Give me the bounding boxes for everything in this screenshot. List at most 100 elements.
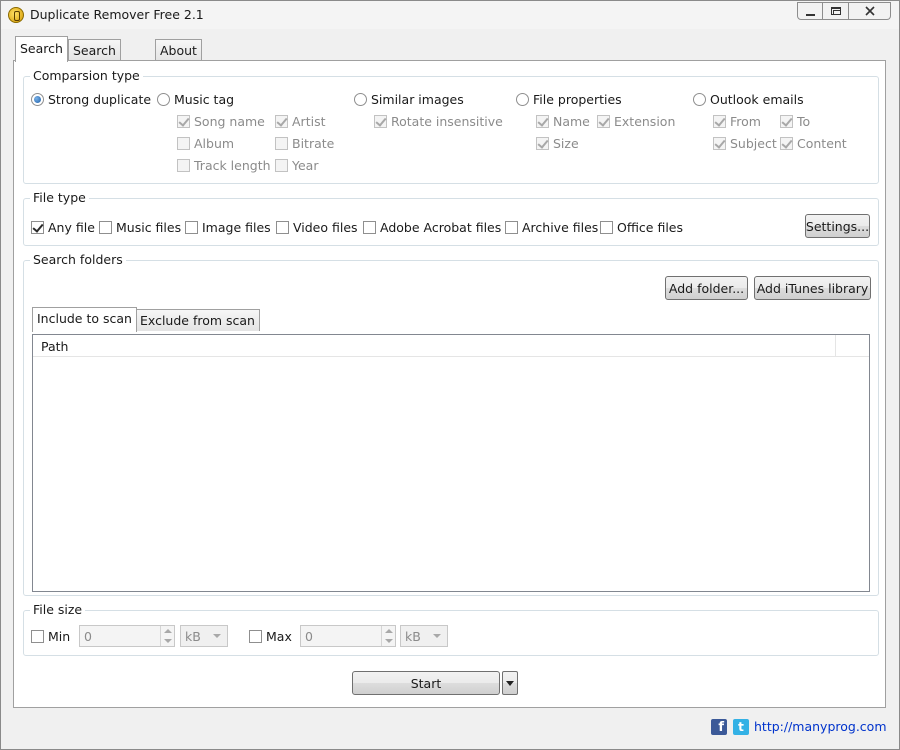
track-length-checkbox[interactable] (177, 158, 190, 172)
min-size-unit-select[interactable]: kB (180, 625, 228, 647)
prop-size-checkbox[interactable] (536, 136, 549, 150)
music-files-checkbox[interactable] (99, 220, 112, 234)
image-files-label: Image files (202, 219, 271, 235)
song-name-option[interactable]: Song name (177, 113, 265, 129)
rotate-insensitive-checkbox[interactable] (374, 114, 387, 128)
image-files-option[interactable]: Image files (185, 219, 271, 235)
music-files-option[interactable]: Music files (99, 219, 181, 235)
start-options-dropdown-button[interactable] (502, 671, 518, 695)
prop-extension-option[interactable]: Extension (597, 113, 675, 129)
min-size-checkbox[interactable] (31, 629, 44, 643)
maximize-button[interactable] (823, 2, 849, 20)
tab-search[interactable]: Search (15, 36, 68, 62)
footer-bar: f t http://manyprog.com (1, 713, 899, 749)
file-properties-radio[interactable] (516, 92, 529, 106)
file-size-legend: File size (30, 602, 86, 618)
tab-exclude-from-scan[interactable]: Exclude from scan (135, 309, 260, 331)
twitter-icon[interactable]: t (733, 719, 749, 735)
strong-duplicate-label: Strong duplicate (48, 91, 152, 107)
email-from-label: From (730, 113, 761, 129)
column-divider (835, 335, 836, 357)
minimize-button[interactable] (797, 2, 823, 20)
settings-button[interactable]: Settings... (805, 214, 870, 238)
strong-duplicate-option[interactable]: Strong duplicate (31, 91, 151, 107)
archive-files-label: Archive files (522, 219, 599, 235)
email-subject-checkbox[interactable] (713, 136, 726, 150)
image-files-checkbox[interactable] (185, 220, 198, 234)
similar-images-option[interactable]: Similar images (354, 91, 464, 107)
adobe-acrobat-files-checkbox[interactable] (363, 220, 376, 234)
folder-tabs: Include to scan Exclude from scan (32, 307, 872, 335)
min-size-spinner[interactable]: 0 (79, 625, 175, 647)
prop-name-option[interactable]: Name (536, 113, 590, 129)
min-size-option[interactable]: Min (31, 628, 70, 644)
prop-name-checkbox[interactable] (536, 114, 549, 128)
email-content-label: Content (797, 135, 847, 151)
video-files-checkbox[interactable] (276, 220, 289, 234)
office-files-label: Office files (617, 219, 684, 235)
outlook-emails-option[interactable]: Outlook emails (693, 91, 804, 107)
file-size-group: File size Min 0 kB Max 0 kB (23, 602, 879, 656)
max-size-option[interactable]: Max (249, 628, 292, 644)
year-option[interactable]: Year (275, 157, 318, 173)
strong-duplicate-radio[interactable] (31, 92, 44, 106)
email-content-checkbox[interactable] (780, 136, 793, 150)
album-option[interactable]: Album (177, 135, 234, 151)
bitrate-option[interactable]: Bitrate (275, 135, 334, 151)
bitrate-checkbox[interactable] (275, 136, 288, 150)
outlook-emails-radio[interactable] (693, 92, 706, 106)
similar-images-radio[interactable] (354, 92, 367, 106)
tab-search-result[interactable]: Search result (68, 39, 121, 73)
artist-option[interactable]: Artist (275, 113, 325, 129)
music-files-label: Music files (116, 219, 182, 235)
include-folders-list[interactable]: Path (32, 334, 870, 592)
album-checkbox[interactable] (177, 136, 190, 150)
track-length-option[interactable]: Track length (177, 157, 271, 173)
max-size-checkbox[interactable] (249, 629, 262, 643)
start-button[interactable]: Start (352, 671, 500, 695)
email-from-checkbox[interactable] (713, 114, 726, 128)
song-name-checkbox[interactable] (177, 114, 190, 128)
tab-include-to-scan[interactable]: Include to scan (32, 307, 137, 332)
path-column-header[interactable]: Path (41, 339, 68, 354)
office-files-option[interactable]: Office files (600, 219, 683, 235)
archive-files-checkbox[interactable] (505, 220, 518, 234)
min-size-unit: kB (185, 629, 201, 644)
close-button[interactable] (849, 2, 891, 20)
artist-checkbox[interactable] (275, 114, 288, 128)
min-size-value: 0 (84, 629, 92, 644)
any-file-checkbox[interactable] (31, 220, 44, 234)
prop-size-label: Size (553, 135, 579, 151)
prop-size-option[interactable]: Size (536, 135, 579, 151)
close-icon (864, 6, 875, 16)
email-subject-option[interactable]: Subject (713, 135, 777, 151)
minimize-icon (805, 13, 815, 16)
min-size-spin-arrows-icon[interactable] (160, 626, 174, 646)
year-checkbox[interactable] (275, 158, 288, 172)
any-file-option[interactable]: Any file (31, 219, 95, 235)
email-from-option[interactable]: From (713, 113, 761, 129)
music-tag-option[interactable]: Music tag (157, 91, 234, 107)
video-files-option[interactable]: Video files (276, 219, 358, 235)
rotate-insensitive-option[interactable]: Rotate insensitive (374, 113, 503, 129)
adobe-acrobat-files-option[interactable]: Adobe Acrobat files (363, 219, 501, 235)
add-folder-button[interactable]: Add folder... (665, 276, 748, 300)
music-tag-radio[interactable] (157, 92, 170, 106)
facebook-icon[interactable]: f (711, 719, 727, 735)
max-size-spin-arrows-icon[interactable] (381, 626, 395, 646)
max-size-spinner[interactable]: 0 (300, 625, 396, 647)
add-itunes-library-button[interactable]: Add iTunes library (754, 276, 871, 300)
tab-about[interactable]: About (155, 39, 202, 61)
archive-files-option[interactable]: Archive files (505, 219, 598, 235)
music-tag-label: Music tag (174, 91, 235, 107)
email-content-option[interactable]: Content (780, 135, 847, 151)
website-link[interactable]: http://manyprog.com (754, 719, 887, 734)
max-size-unit-select[interactable]: kB (400, 625, 448, 647)
office-files-checkbox[interactable] (600, 220, 613, 234)
prop-extension-checkbox[interactable] (597, 114, 610, 128)
email-to-checkbox[interactable] (780, 114, 793, 128)
email-to-option[interactable]: To (780, 113, 810, 129)
file-properties-option[interactable]: File properties (516, 91, 622, 107)
max-size-value: 0 (305, 629, 313, 644)
chevron-down-icon (433, 634, 441, 638)
